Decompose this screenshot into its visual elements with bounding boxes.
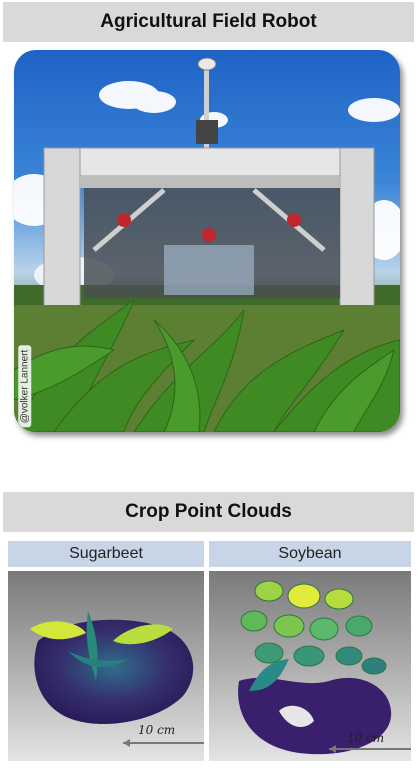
panel-label-soybean-text: Soybean bbox=[278, 545, 342, 562]
panel-label-soybean: Soybean bbox=[209, 541, 411, 567]
photo-credit: @volker Lannert bbox=[16, 340, 34, 432]
section-title-robot: Agricultural Field Robot bbox=[3, 2, 414, 42]
photo-credit-text: @volker Lannert bbox=[18, 345, 32, 427]
panel-label-sugarbeet-text: Sugarbeet bbox=[69, 545, 143, 562]
soybean-leaves bbox=[240, 580, 387, 675]
scale-label-soybean: 10 cm bbox=[347, 731, 385, 745]
section-title-robot-text: Agricultural Field Robot bbox=[100, 11, 317, 32]
scale-label-sugarbeet: 10 cm bbox=[138, 723, 176, 737]
section-title-pointclouds: Crop Point Clouds bbox=[3, 492, 414, 532]
scale-bar-left bbox=[123, 739, 204, 747]
robot-photo: @volker Lannert bbox=[14, 50, 400, 432]
section-title-pointclouds-text: Crop Point Clouds bbox=[125, 501, 292, 522]
panel-label-sugarbeet: Sugarbeet bbox=[8, 541, 204, 567]
soybean-pointcloud: 10 cm bbox=[209, 571, 411, 761]
sugarbeet-pointcloud: 10 cm bbox=[8, 571, 204, 761]
robot-illustration bbox=[14, 57, 400, 432]
